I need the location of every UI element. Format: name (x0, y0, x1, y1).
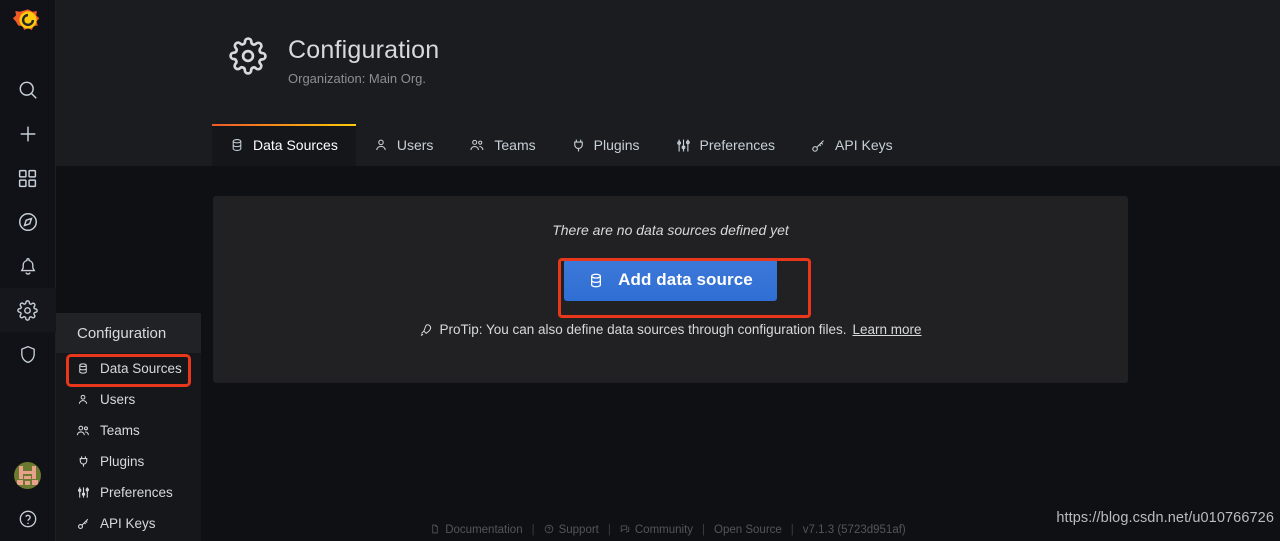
page-heading-group: Configuration Organization: Main Org. (229, 35, 439, 87)
footer-link-label[interactable]: Documentation (445, 524, 522, 536)
footer-link-label[interactable]: Support (559, 524, 599, 536)
user-icon (374, 138, 388, 152)
tab-label: Data Sources (253, 137, 338, 153)
key-icon (811, 138, 826, 153)
page-title: Configuration (288, 36, 440, 64)
sidebar-item-explore[interactable] (0, 200, 56, 244)
footer-link-label[interactable]: Open Source (714, 524, 782, 536)
gear-icon (229, 37, 267, 80)
tab-label: Preferences (699, 137, 776, 153)
tab-label: API Keys (835, 137, 893, 153)
footer-separator: | (702, 524, 706, 536)
flyout-item-data-sources[interactable]: Data Sources (56, 353, 201, 384)
flyout-item-users[interactable]: Users (56, 384, 201, 415)
sliders-icon (76, 486, 90, 499)
footer-link-open-source[interactable]: Open Source (714, 524, 782, 536)
apps-grid-icon (17, 168, 38, 189)
flyout-item-label: Teams (100, 423, 140, 438)
tab-plugins[interactable]: Plugins (554, 124, 658, 166)
tab-api-keys[interactable]: API Keys (793, 124, 911, 166)
nav-sidebar (0, 0, 56, 541)
data-sources-empty-panel: There are no data sources defined yet Ad… (213, 196, 1128, 383)
database-icon (76, 362, 90, 375)
sidebar-item-alerting[interactable] (0, 244, 56, 288)
footer-link-label[interactable]: Community (635, 524, 693, 536)
config-tab-bar: Data Sources Users Teams Plugins Prefere… (212, 124, 911, 166)
flyout-title: Configuration (56, 313, 201, 353)
sliders-icon (676, 138, 691, 153)
question-circle-icon (544, 524, 554, 537)
flyout-item-label: Preferences (100, 485, 173, 500)
app-root: Configuration Organization: Main Org. Da… (0, 0, 1280, 541)
sidebar-item-help[interactable] (0, 497, 56, 541)
add-data-source-label: Add data source (618, 270, 753, 289)
rocket-icon (419, 323, 433, 337)
footer-link-community[interactable]: Community (620, 524, 693, 537)
plug-icon (76, 455, 90, 468)
comments-icon (620, 524, 630, 537)
plus-icon (17, 123, 39, 145)
users-alt-icon (469, 138, 485, 152)
key-icon (76, 517, 90, 530)
users-alt-icon (76, 424, 90, 437)
tab-users[interactable]: Users (356, 124, 452, 166)
compass-icon (17, 211, 39, 233)
file-icon (430, 524, 440, 537)
database-icon (588, 272, 604, 289)
flyout-item-preferences[interactable]: Preferences (56, 477, 201, 508)
sidebar-item-create[interactable] (0, 112, 56, 156)
flyout-item-teams[interactable]: Teams (56, 415, 201, 446)
flyout-item-label: Data Sources (100, 361, 182, 376)
page-subtitle: Organization: Main Org. (288, 71, 427, 86)
watermark-text: https://blog.csdn.net/u010766726 (1056, 510, 1274, 526)
sidebar-item-search[interactable] (0, 68, 56, 112)
add-data-source-row: Add data source (213, 259, 1128, 301)
tab-data-sources[interactable]: Data Sources (212, 124, 356, 166)
tab-label: Teams (494, 137, 536, 153)
flyout-item-label: Plugins (100, 454, 145, 469)
protip-line: ProTip: You can also define data sources… (213, 322, 1128, 337)
sidebar-item-user[interactable] (0, 453, 56, 497)
protip-text: ProTip: You can also define data sources… (439, 322, 847, 337)
tab-label: Users (396, 137, 434, 153)
add-data-source-button[interactable]: Add data source (564, 259, 777, 301)
footer-link-documentation[interactable]: Documentation (430, 524, 523, 537)
database-icon (230, 138, 244, 152)
flyout-item-label: API Keys (100, 516, 156, 531)
bell-icon (18, 256, 38, 277)
tab-preferences[interactable]: Preferences (658, 124, 793, 166)
empty-state-message: There are no data sources defined yet (552, 222, 789, 238)
sidebar-item-configuration[interactable] (0, 288, 56, 332)
footer-separator: | (790, 524, 794, 536)
user-icon (76, 393, 90, 406)
footer-separator: | (607, 524, 611, 536)
footer-separator: | (531, 524, 535, 536)
flyout-item-label: Users (100, 392, 136, 407)
footer-link-support[interactable]: Support (544, 524, 599, 537)
search-icon (17, 79, 39, 101)
grafana-logo-icon[interactable] (12, 6, 43, 40)
avatar (14, 461, 41, 489)
question-circle-icon (18, 509, 38, 529)
tab-teams[interactable]: Teams (451, 124, 553, 166)
gear-icon (17, 299, 38, 321)
protip-learn-more-link[interactable]: Learn more (852, 322, 921, 337)
flyout-item-api-keys[interactable]: API Keys (56, 508, 201, 539)
sidebar-item-server-admin[interactable] (0, 332, 56, 376)
flyout-item-plugins[interactable]: Plugins (56, 446, 201, 477)
plug-icon (572, 138, 585, 153)
configuration-flyout-menu: Configuration Data Sources Users Teams P… (56, 313, 201, 541)
shield-icon (18, 344, 38, 365)
tab-label: Plugins (593, 137, 640, 153)
sidebar-item-dashboards[interactable] (0, 156, 56, 200)
footer-version: v7.1.3 (5723d951af) (802, 524, 906, 536)
